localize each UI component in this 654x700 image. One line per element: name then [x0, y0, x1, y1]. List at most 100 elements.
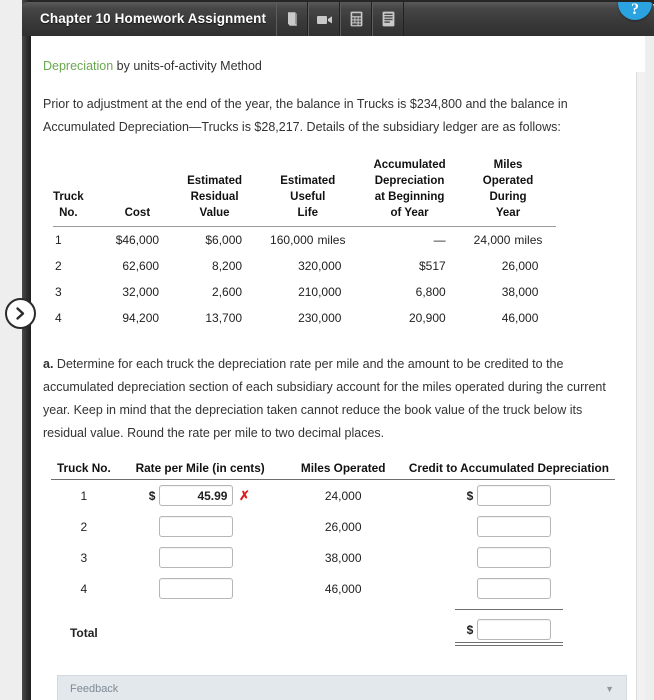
ledger-body: 1 $46,000 $6,000 160,000 miles — 24,000 mi… [53, 226, 556, 331]
ledger-header-residual: Estimated Residual Value [187, 175, 243, 220]
video-button[interactable] [308, 2, 340, 36]
ledger-cell-no: 3 [55, 284, 62, 299]
feedback-label: Feedback [70, 683, 119, 696]
next-question-button[interactable] [5, 298, 36, 329]
ledger-cell-miles: 26,000 [501, 258, 539, 273]
answers-body: 1 $ ✗ 24,000 $ [51, 480, 615, 652]
ledger-cell-cost: 32,000 [122, 284, 160, 299]
ledger-cell-residual: 2,600 [212, 284, 243, 299]
credit-accum-input-1[interactable] [477, 485, 552, 507]
calculator-icon [350, 11, 363, 27]
ledger-cell-residual: $6,000 [205, 232, 243, 247]
ledger-cell-accum: $517 [418, 258, 446, 273]
topic-line: Depreciation by units-of-activity Method [43, 58, 615, 75]
answer-miles-operated: 24,000 [324, 488, 362, 503]
calculator-button[interactable] [340, 2, 372, 36]
topic-rest: by units-of-activity Method [113, 59, 262, 73]
feedback-header[interactable]: Feedback ▼ [70, 676, 614, 700]
chevron-down-icon[interactable]: ▼ [605, 684, 614, 694]
answer-credit-cell: $ [403, 542, 615, 573]
answer-rate-cell: $ ✗ [117, 573, 284, 604]
total-separator-row [51, 604, 615, 614]
total-label: Total [69, 625, 98, 640]
part-a-instructions: a. Determine for each truck the deprecia… [43, 353, 615, 446]
incorrect-mark-icon: ✗ [239, 487, 250, 503]
rate-per-mile-input-2[interactable] [159, 516, 234, 538]
answer-truck-no: 1 [80, 488, 88, 503]
table-row: 1 $ ✗ 24,000 $ [51, 480, 615, 512]
rate-per-mile-input-4[interactable] [159, 578, 234, 600]
ledger-cell-life: 160,000 miles [270, 232, 346, 247]
feedback-panel: Feedback ▼ ▼Check My Work Asset minus re… [57, 675, 627, 700]
ledger-cell-life: 230,000 [298, 310, 342, 325]
assignment-title: Chapter 10 Homework Assignment [40, 11, 267, 26]
ledger-cell-cost: 94,200 [122, 310, 160, 325]
table-row: 3 32,000 2,600 210,000 6,800 38,000 [53, 279, 556, 305]
ledger-cell-accum: 20,900 [408, 310, 446, 325]
subsidiary-ledger-table: Truck No. Cost Estimated Residual Value … [53, 157, 557, 331]
help-badge-label: ? [631, 2, 639, 18]
ledger-header-miles: Miles Operated During Year [482, 159, 534, 220]
ledger-cell-residual: 13,700 [205, 310, 243, 325]
ledger-cell-life: 320,000 [298, 258, 342, 273]
answer-truck-no: 3 [80, 550, 88, 565]
credit-accum-input-3[interactable] [477, 547, 552, 569]
answer-miles-operated: 38,000 [324, 550, 362, 565]
ledger-header-cost: Cost [124, 207, 151, 220]
rate-per-mile-input-1[interactable] [159, 485, 234, 507]
ledger-cell-miles: 24,000 miles [473, 232, 543, 247]
table-row: 4 $ ✗ 46,000 $ [51, 573, 615, 604]
ledger-cell-accum: — [433, 232, 446, 247]
ebook-button[interactable] [276, 2, 308, 36]
ledger-header-truck-no: Truck No. [53, 191, 84, 220]
ebook-icon [285, 11, 300, 27]
answer-entry-table: Truck No. Rate per Mile (in cents) Miles… [51, 461, 615, 651]
chevron-right-icon [14, 306, 27, 321]
assignment-window: Chapter 10 Homework Assignment ? Depreci… [0, 0, 654, 700]
credit-currency-symbol: $ [466, 488, 474, 503]
answer-rate-cell: $ ✗ [117, 542, 284, 573]
answer-rate-cell: $ ✗ [117, 480, 284, 512]
answers-header-miles: Miles Operated [283, 461, 403, 481]
answers-header-row: Truck No. Rate per Mile (in cents) Miles… [51, 461, 615, 481]
ledger-cell-miles: 38,000 [501, 284, 539, 299]
intro-paragraph: Prior to adjustment at the end of the ye… [43, 96, 568, 134]
ledger-header-row: Truck No. Cost Estimated Residual Value … [53, 157, 556, 222]
ledger-cell-no: 4 [55, 310, 62, 325]
rate-currency-symbol: $ [148, 488, 156, 503]
answer-rate-cell: $ ✗ [117, 511, 284, 542]
total-row: Total $ [51, 614, 615, 651]
table-row: 2 62,600 8,200 320,000 $517 26,000 [53, 253, 556, 279]
help-badge[interactable]: ? [618, 2, 652, 20]
content-scrollbar[interactable] [636, 72, 645, 700]
video-icon [316, 13, 333, 26]
answer-credit-cell: $ [403, 511, 615, 542]
window-frame-left-edge [22, 0, 31, 700]
topic-link[interactable]: Depreciation [43, 59, 113, 73]
table-row: 3 $ ✗ 38,000 $ [51, 542, 615, 573]
ledger-cell-residual: 8,200 [212, 258, 243, 273]
ledger-header-accum: Accumulated Depreciation at Beginning of… [373, 159, 446, 220]
ledger-cell-life: 210,000 [298, 284, 342, 299]
total-credit-input[interactable] [477, 619, 552, 641]
answer-credit-cell: $ [403, 573, 615, 604]
ledger-cell-accum: 6,800 [415, 284, 446, 299]
rate-per-mile-input-3[interactable] [159, 547, 234, 569]
credit-accum-input-4[interactable] [477, 578, 552, 600]
answer-truck-no: 4 [80, 581, 88, 596]
toolbar [276, 2, 404, 36]
credit-accum-input-2[interactable] [477, 516, 552, 538]
ledger-cell-cost: $46,000 [115, 232, 160, 247]
part-a-label: a. [43, 356, 54, 371]
part-a-text: Determine for each truck the depreciatio… [43, 356, 606, 440]
ledger-cell-no: 1 [55, 232, 62, 247]
answer-miles-operated: 26,000 [324, 519, 362, 534]
question-content: Depreciation by units-of-activity Method… [31, 36, 631, 700]
total-rule-above [403, 604, 615, 614]
title-bar: Chapter 10 Homework Assignment ? [22, 2, 654, 36]
notes-button[interactable] [372, 2, 404, 36]
content-panel: Depreciation by units-of-activity Method… [31, 36, 645, 700]
total-rule-below [454, 642, 563, 647]
ledger-cell-cost: 62,600 [122, 258, 160, 273]
ledger-header-life: Estimated Useful Life [280, 175, 336, 220]
